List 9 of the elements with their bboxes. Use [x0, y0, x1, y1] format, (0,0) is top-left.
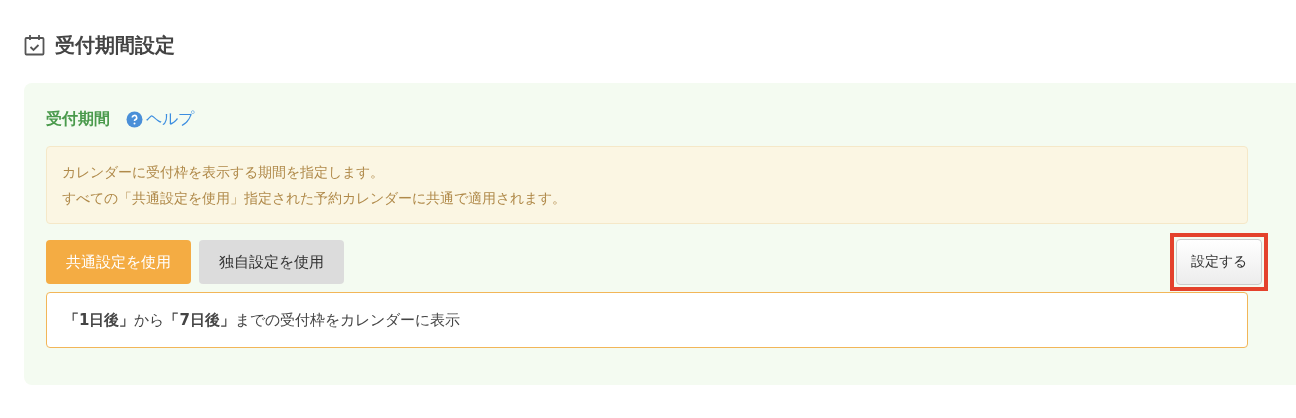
set-button[interactable]: 設定する — [1176, 239, 1262, 285]
note-line: カレンダーに受付枠を表示する期間を指定します。 — [62, 163, 385, 182]
help-icon — [126, 111, 143, 128]
summary-text: 「1日後」から「7日後」までの受付枠をカレンダーに表示 — [46, 292, 1248, 348]
section-heading: 受付期間設定 — [55, 31, 175, 59]
section-title: 受付期間 — [46, 109, 110, 130]
mode-button[interactable]: 独自設定を使用 — [199, 240, 344, 284]
note-line: すべての「共通設定を使用」指定された予約カレンダーに共通で適用されます。 — [62, 189, 567, 208]
calendar-check-icon — [24, 34, 45, 56]
